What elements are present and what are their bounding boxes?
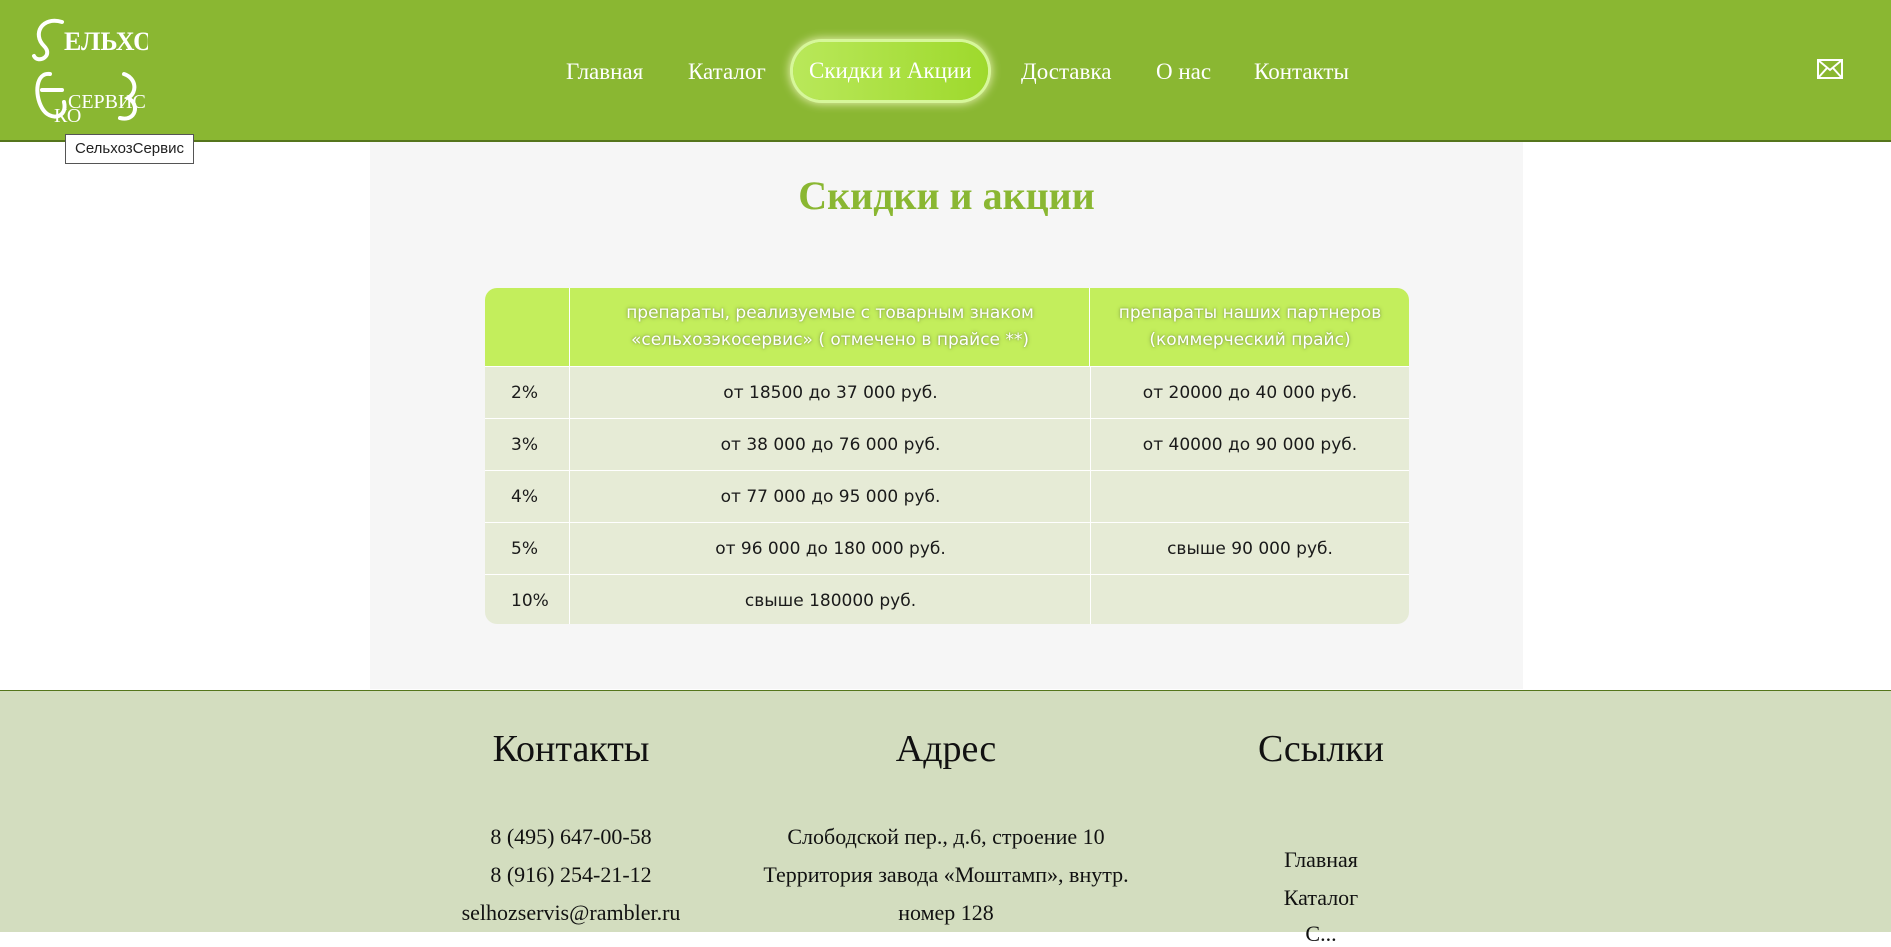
table-header-percent	[485, 288, 570, 366]
footer-address-line-1: Слободской пер., д.6, строение 10	[787, 824, 1105, 849]
discount-percent: 10%	[485, 575, 570, 624]
logo-tooltip: СельхозСервис	[65, 134, 194, 164]
partner-range: от 20000 до 40 000 руб.	[1142, 382, 1358, 403]
footer-link-home[interactable]: Главная	[1111, 847, 1531, 873]
discount-table: препараты, реализуемые с товарным знаком…	[485, 288, 1409, 624]
table-header-own-brand: препараты, реализуемые с товарным знаком…	[571, 288, 1090, 366]
table-header-row: препараты, реализуемые с товарным знаком…	[485, 288, 1409, 366]
table-row: 5% от 96 000 до 180 000 руб. свыше 90 00…	[485, 522, 1409, 574]
own-brand-range: от 38 000 до 76 000 руб.	[571, 419, 1091, 470]
footer-address-line-3: номер 128	[898, 900, 994, 925]
discount-percent: 5%	[485, 523, 570, 574]
page-title: Скидки и акции	[798, 173, 1095, 218]
table-row: 3% от 38 000 до 76 000 руб. от 40000 до …	[485, 418, 1409, 470]
partner-range: от 40000 до 90 000 руб.	[1142, 434, 1358, 455]
envelope-icon[interactable]	[1816, 57, 1844, 81]
footer-link-catalog[interactable]: Каталог	[1111, 885, 1531, 911]
table-row: 2% от 18500 до 37 000 руб. от 20000 до 4…	[485, 366, 1409, 418]
footer-links-title: Ссылки	[1258, 728, 1384, 770]
partner-range: свыше 90 000 руб.	[1167, 538, 1333, 559]
site-footer: Контакты 8 (495) 647-00-58 8 (916) 254-2…	[0, 690, 1891, 946]
table-header-partners: препараты наших партнеров (коммерческий …	[1118, 303, 1382, 350]
discount-percent: 2%	[485, 367, 570, 418]
partner-range	[1091, 575, 1409, 624]
partner-range	[1091, 471, 1409, 522]
discount-percent: 4%	[485, 471, 570, 522]
nav-item-contacts[interactable]: Контакты	[1254, 52, 1349, 92]
content-panel: Скидки и акции препараты, реализуемые с …	[370, 142, 1523, 689]
footer-email[interactable]: selhozservis@rambler.ru	[361, 900, 781, 926]
nav-item-catalog[interactable]: Каталог	[688, 52, 766, 92]
nav-item-discounts[interactable]: Скидки и Акции	[793, 42, 988, 100]
discount-percent: 3%	[485, 419, 570, 470]
own-brand-range: от 18500 до 37 000 руб.	[571, 367, 1091, 418]
nav-item-delivery[interactable]: Доставка	[1021, 52, 1111, 92]
footer-phone-1[interactable]: 8 (495) 647-00-58	[361, 824, 781, 850]
own-brand-range: от 77 000 до 95 000 руб.	[571, 471, 1091, 522]
table-row: 4% от 77 000 до 95 000 руб.	[485, 470, 1409, 522]
own-brand-range: от 96 000 до 180 000 руб.	[571, 523, 1091, 574]
table-row: 10% свыше 180000 руб.	[485, 574, 1409, 624]
nav-item-about[interactable]: О нас	[1156, 52, 1211, 92]
nav-item-home[interactable]: Главная	[566, 52, 643, 92]
footer-address-line-2: Территория завода «Моштамп», внутр.	[763, 862, 1129, 887]
footer-link-more[interactable]: С...	[1111, 921, 1531, 947]
main-nav: Главная Каталог Скидки и Акции Доставка …	[0, 0, 1891, 140]
footer-contacts-title: Контакты	[492, 728, 650, 770]
footer-phone-2[interactable]: 8 (916) 254-21-12	[361, 862, 781, 888]
own-brand-range: свыше 180000 руб.	[571, 575, 1091, 624]
site-header: ЕЛЬХОЗ СЕРВИС КО СельхозСервис Главная К…	[0, 0, 1891, 164]
footer-address-title: Адрес	[895, 728, 997, 770]
